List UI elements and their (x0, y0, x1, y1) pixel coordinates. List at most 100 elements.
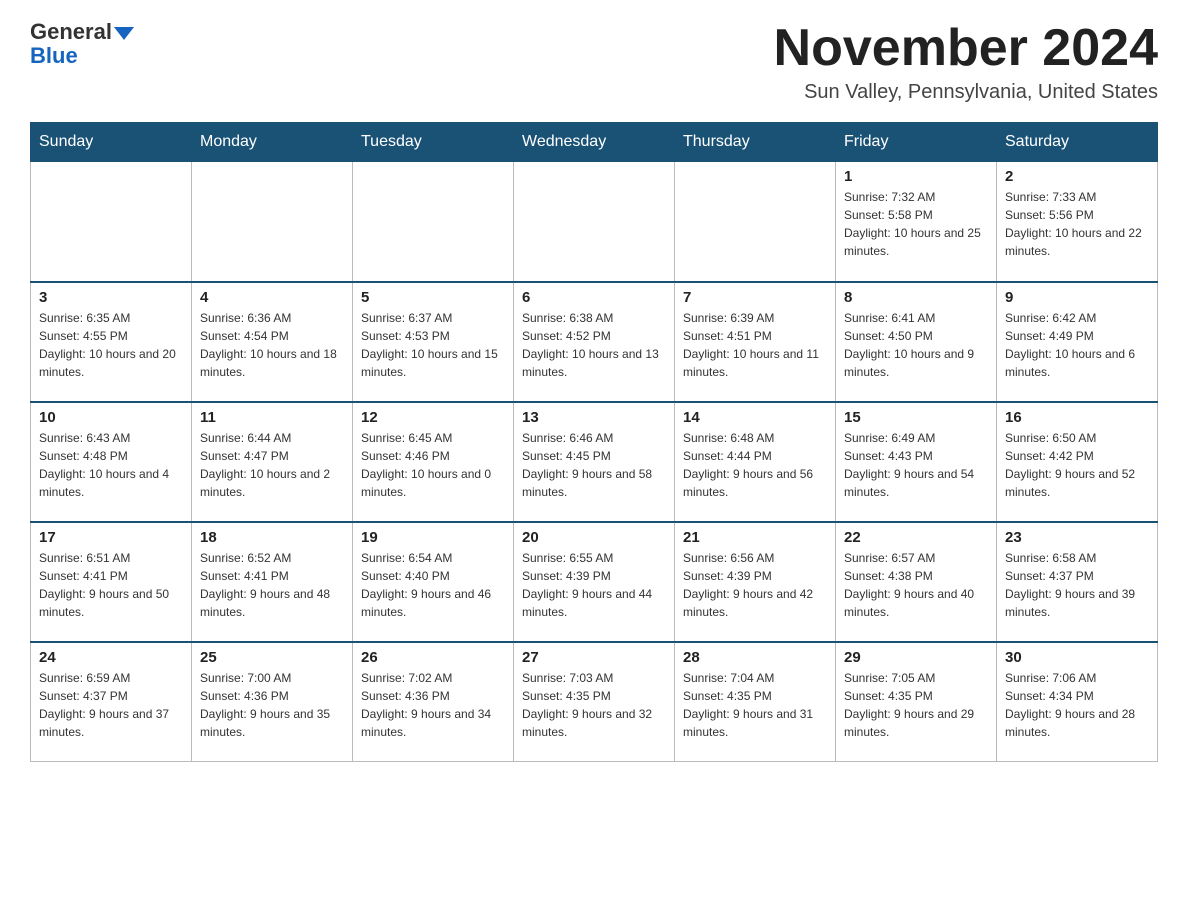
day-number: 13 (522, 409, 666, 426)
day-info: Sunrise: 6:45 AMSunset: 4:46 PMDaylight:… (361, 429, 505, 501)
day-number: 16 (1005, 409, 1149, 426)
calendar-cell: 23 Sunrise: 6:58 AMSunset: 4:37 PMDayligh… (997, 522, 1158, 642)
calendar-cell: 12 Sunrise: 6:45 AMSunset: 4:46 PMDayligh… (353, 402, 514, 522)
calendar-cell: 15Sunrise: 6:49 AMSunset: 4:43 PMDayligh… (836, 402, 997, 522)
calendar-cell: 5 Sunrise: 6:37 AMSunset: 4:53 PMDaylight… (353, 282, 514, 402)
calendar-cell: 29Sunrise: 7:05 AMSunset: 4:35 PMDayligh… (836, 642, 997, 762)
calendar-header-row: SundayMondayTuesdayWednesdayThursdayFrid… (31, 123, 1158, 162)
calendar-cell: 28 Sunrise: 7:04 AMSunset: 4:35 PMDayligh… (675, 642, 836, 762)
logo-blue-text: Blue (30, 44, 78, 68)
day-info: Sunrise: 6:48 AMSunset: 4:44 PMDaylight:… (683, 429, 827, 501)
calendar-cell: 26 Sunrise: 7:02 AMSunset: 4:36 PMDayligh… (353, 642, 514, 762)
header: General Blue November 2024 Sun Valley, P… (30, 20, 1158, 104)
day-of-week-friday: Friday (836, 123, 997, 162)
day-number: 7 (683, 289, 827, 306)
day-info: Sunrise: 6:55 AMSunset: 4:39 PMDaylight:… (522, 549, 666, 621)
day-info: Sunrise: 7:00 AMSunset: 4:36 PMDaylight:… (200, 669, 344, 741)
day-of-week-monday: Monday (192, 123, 353, 162)
day-info: Sunrise: 6:49 AMSunset: 4:43 PMDaylight:… (844, 429, 988, 501)
calendar-cell: 25 Sunrise: 7:00 AMSunset: 4:36 PMDayligh… (192, 642, 353, 762)
day-number: 5 (361, 289, 505, 306)
calendar-cell: 27Sunrise: 7:03 AMSunset: 4:35 PMDayligh… (514, 642, 675, 762)
day-number: 29 (844, 649, 988, 666)
day-number: 20 (522, 529, 666, 546)
calendar-cell: 8Sunrise: 6:41 AMSunset: 4:50 PMDaylight… (836, 282, 997, 402)
calendar-week-row: 1Sunrise: 7:32 AMSunset: 5:58 PMDaylight… (31, 162, 1158, 282)
day-number: 26 (361, 649, 505, 666)
day-number: 23 (1005, 529, 1149, 546)
day-info: Sunrise: 7:02 AMSunset: 4:36 PMDaylight:… (361, 669, 505, 741)
day-number: 14 (683, 409, 827, 426)
day-info: Sunrise: 6:58 AMSunset: 4:37 PMDaylight:… (1005, 549, 1149, 621)
calendar-cell: 22 Sunrise: 6:57 AMSunset: 4:38 PMDayligh… (836, 522, 997, 642)
day-number: 1 (844, 168, 988, 185)
calendar-cell: 16 Sunrise: 6:50 AMSunset: 4:42 PMDayligh… (997, 402, 1158, 522)
day-number: 22 (844, 529, 988, 546)
day-info: Sunrise: 6:51 AMSunset: 4:41 PMDaylight:… (39, 549, 183, 621)
day-info: Sunrise: 6:35 AMSunset: 4:55 PMDaylight:… (39, 309, 183, 381)
day-number: 18 (200, 529, 344, 546)
day-info: Sunrise: 6:52 AMSunset: 4:41 PMDaylight:… (200, 549, 344, 621)
day-number: 21 (683, 529, 827, 546)
day-number: 6 (522, 289, 666, 306)
day-info: Sunrise: 6:54 AMSunset: 4:40 PMDaylight:… (361, 549, 505, 621)
calendar-cell (192, 162, 353, 282)
day-info: Sunrise: 6:36 AMSunset: 4:54 PMDaylight:… (200, 309, 344, 381)
month-title: November 2024 (774, 20, 1158, 77)
day-number: 10 (39, 409, 183, 426)
title-area: November 2024 Sun Valley, Pennsylvania, … (774, 20, 1158, 104)
day-number: 28 (683, 649, 827, 666)
day-number: 30 (1005, 649, 1149, 666)
day-info: Sunrise: 6:50 AMSunset: 4:42 PMDaylight:… (1005, 429, 1149, 501)
calendar-cell: 10 Sunrise: 6:43 AMSunset: 4:48 PMDayligh… (31, 402, 192, 522)
day-number: 2 (1005, 168, 1149, 185)
calendar-week-row: 17Sunrise: 6:51 AMSunset: 4:41 PMDayligh… (31, 522, 1158, 642)
day-of-week-saturday: Saturday (997, 123, 1158, 162)
day-number: 9 (1005, 289, 1149, 306)
day-info: Sunrise: 6:41 AMSunset: 4:50 PMDaylight:… (844, 309, 988, 381)
day-info: Sunrise: 7:03 AMSunset: 4:35 PMDaylight:… (522, 669, 666, 741)
day-info: Sunrise: 6:56 AMSunset: 4:39 PMDaylight:… (683, 549, 827, 621)
calendar-cell: 18 Sunrise: 6:52 AMSunset: 4:41 PMDayligh… (192, 522, 353, 642)
day-info: Sunrise: 7:04 AMSunset: 4:35 PMDaylight:… (683, 669, 827, 741)
day-info: Sunrise: 6:43 AMSunset: 4:48 PMDaylight:… (39, 429, 183, 501)
day-of-week-sunday: Sunday (31, 123, 192, 162)
calendar-cell: 11Sunrise: 6:44 AMSunset: 4:47 PMDayligh… (192, 402, 353, 522)
logo-triangle-icon (114, 27, 134, 40)
day-info: Sunrise: 6:59 AMSunset: 4:37 PMDaylight:… (39, 669, 183, 741)
calendar-week-row: 24Sunrise: 6:59 AMSunset: 4:37 PMDayligh… (31, 642, 1158, 762)
day-info: Sunrise: 6:57 AMSunset: 4:38 PMDaylight:… (844, 549, 988, 621)
day-number: 3 (39, 289, 183, 306)
day-info: Sunrise: 7:06 AMSunset: 4:34 PMDaylight:… (1005, 669, 1149, 741)
location-title: Sun Valley, Pennsylvania, United States (774, 81, 1158, 104)
calendar-cell: 4 Sunrise: 6:36 AMSunset: 4:54 PMDaylight… (192, 282, 353, 402)
calendar-cell (675, 162, 836, 282)
calendar-cell (514, 162, 675, 282)
calendar-cell: 24Sunrise: 6:59 AMSunset: 4:37 PMDayligh… (31, 642, 192, 762)
calendar-table: SundayMondayTuesdayWednesdayThursdayFrid… (30, 122, 1158, 762)
calendar-cell: 19Sunrise: 6:54 AMSunset: 4:40 PMDayligh… (353, 522, 514, 642)
calendar-cell: 30 Sunrise: 7:06 AMSunset: 4:34 PMDayligh… (997, 642, 1158, 762)
day-of-week-wednesday: Wednesday (514, 123, 675, 162)
calendar-cell (31, 162, 192, 282)
calendar-week-row: 3 Sunrise: 6:35 AMSunset: 4:55 PMDaylight… (31, 282, 1158, 402)
day-number: 12 (361, 409, 505, 426)
calendar-cell (353, 162, 514, 282)
day-info: Sunrise: 7:33 AMSunset: 5:56 PMDaylight:… (1005, 188, 1149, 260)
day-info: Sunrise: 6:46 AMSunset: 4:45 PMDaylight:… (522, 429, 666, 501)
calendar-cell: 13 Sunrise: 6:46 AMSunset: 4:45 PMDayligh… (514, 402, 675, 522)
day-info: Sunrise: 6:37 AMSunset: 4:53 PMDaylight:… (361, 309, 505, 381)
calendar-cell: 21 Sunrise: 6:56 AMSunset: 4:39 PMDayligh… (675, 522, 836, 642)
calendar-cell: 7Sunrise: 6:39 AMSunset: 4:51 PMDaylight… (675, 282, 836, 402)
calendar-cell: 1Sunrise: 7:32 AMSunset: 5:58 PMDaylight… (836, 162, 997, 282)
calendar-cell: 3 Sunrise: 6:35 AMSunset: 4:55 PMDaylight… (31, 282, 192, 402)
calendar-cell: 2 Sunrise: 7:33 AMSunset: 5:56 PMDaylight… (997, 162, 1158, 282)
day-number: 4 (200, 289, 344, 306)
calendar-cell: 9Sunrise: 6:42 AMSunset: 4:49 PMDaylight… (997, 282, 1158, 402)
day-number: 25 (200, 649, 344, 666)
day-number: 11 (200, 409, 344, 426)
calendar-cell: 6 Sunrise: 6:38 AMSunset: 4:52 PMDaylight… (514, 282, 675, 402)
day-of-week-tuesday: Tuesday (353, 123, 514, 162)
calendar-week-row: 10 Sunrise: 6:43 AMSunset: 4:48 PMDayligh… (31, 402, 1158, 522)
day-info: Sunrise: 6:38 AMSunset: 4:52 PMDaylight:… (522, 309, 666, 381)
